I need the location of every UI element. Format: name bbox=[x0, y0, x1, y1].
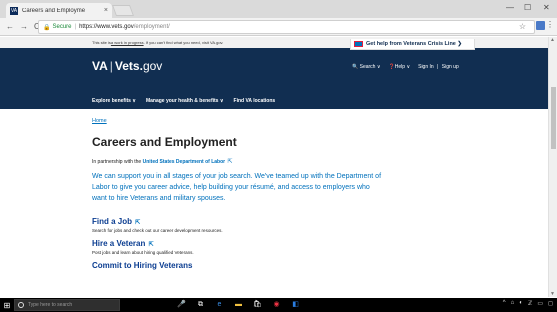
scroll-up-icon[interactable]: ▲ bbox=[550, 37, 555, 43]
microphone-icon[interactable]: 🎤 bbox=[177, 300, 186, 309]
commit-to-hiring-section: Commit to Hiring Veterans bbox=[92, 261, 548, 270]
page-scrollbar[interactable]: ▲ ▼ bbox=[548, 37, 557, 297]
tab-title: Careers and Employme bbox=[22, 7, 86, 14]
window-close-icon[interactable]: ✕ bbox=[543, 3, 550, 12]
windows-taskbar: ⊞ Type here to search 🎤 ⧉ e ▬ 🛍 ◉ ◧ ^ ⌂ … bbox=[0, 298, 557, 312]
external-link-icon: ⇱ bbox=[227, 159, 233, 165]
nav-explore-benefits[interactable]: Explore benefits ∨ bbox=[92, 98, 136, 104]
taskbar-apps: 🎤 ⧉ e ▬ 🛍 ◉ ◧ bbox=[177, 300, 300, 309]
outlook-icon[interactable]: ◧ bbox=[291, 300, 300, 309]
extension-icon[interactable] bbox=[536, 21, 545, 30]
address-toolbar: ← → C 🔒 Secure | https://www.vets.gov /e… bbox=[0, 18, 557, 36]
browser-tab-strip: VA Careers and Employme × — ☐ ✕ bbox=[0, 0, 557, 18]
sign-in-link[interactable]: Sign In bbox=[418, 64, 434, 70]
chrome-icon[interactable]: ◉ bbox=[272, 300, 281, 309]
network-icon[interactable]: ⌂ bbox=[511, 300, 515, 307]
find-a-job-link[interactable]: Find a Job ⇱ bbox=[92, 217, 548, 226]
lock-icon: 🔒 bbox=[43, 24, 51, 31]
tab-close-icon[interactable]: × bbox=[104, 7, 108, 14]
system-tray: ^ ⌂ ◐ ℤ ▭ ◻ bbox=[503, 300, 553, 307]
url-host: https://www.vets.gov bbox=[79, 24, 134, 30]
file-explorer-icon[interactable]: ▬ bbox=[234, 300, 243, 309]
scrollbar-thumb[interactable] bbox=[551, 87, 556, 149]
main-content: Home Careers and Employment In partnersh… bbox=[0, 109, 548, 270]
bookmark-star-icon[interactable]: ☆ bbox=[519, 22, 526, 31]
header-utility-links: 🔍 Search ∨ ❓Help ∨ Sign In | Sign up bbox=[352, 64, 459, 70]
va-favicon-icon: VA bbox=[10, 6, 18, 15]
new-tab-button[interactable] bbox=[111, 5, 135, 16]
department-of-labor-link[interactable]: United States Department of Labor bbox=[143, 159, 226, 165]
crisis-line-button[interactable]: Get help from Veterans Crisis Line ❯ bbox=[350, 39, 475, 50]
volume-icon[interactable]: ◐ bbox=[519, 300, 523, 307]
hire-a-veteran-link[interactable]: Hire a Veteran ⇱ bbox=[92, 239, 548, 248]
cortana-icon bbox=[18, 302, 24, 308]
tray-expand-icon[interactable]: ^ bbox=[503, 300, 506, 307]
hire-a-veteran-description: Post jobs and learn about hiring qualifi… bbox=[92, 250, 194, 255]
find-a-job-description: Search for jobs and check out our career… bbox=[92, 228, 223, 233]
edge-browser-icon[interactable]: e bbox=[215, 300, 224, 309]
url-bar[interactable]: 🔒 Secure | https://www.vets.gov /employm… bbox=[38, 20, 535, 34]
minimize-icon[interactable]: — bbox=[506, 3, 514, 12]
find-a-job-section: Find a Job ⇱ Search for jobs and check o… bbox=[92, 217, 548, 233]
url-path: /employment/ bbox=[133, 24, 170, 30]
task-view-icon[interactable]: ⧉ bbox=[196, 300, 205, 309]
restore-icon[interactable]: ☐ bbox=[524, 3, 531, 12]
help-menu-button[interactable]: ❓Help ∨ bbox=[389, 64, 411, 70]
nav-manage-health-benefits[interactable]: Manage your health & benefits ∨ bbox=[146, 98, 224, 104]
search-menu-button[interactable]: 🔍 Search ∨ bbox=[352, 64, 381, 70]
action-center-icon[interactable]: ◻ bbox=[548, 300, 553, 307]
crisis-line-icon bbox=[354, 41, 363, 47]
keyboard-icon[interactable]: ℤ bbox=[528, 300, 532, 307]
scroll-down-icon[interactable]: ▼ bbox=[550, 291, 555, 297]
browser-tab[interactable]: VA Careers and Employme × bbox=[6, 3, 112, 18]
forward-icon[interactable]: → bbox=[20, 22, 28, 31]
commit-to-hiring-link[interactable]: Commit to Hiring Veterans bbox=[92, 261, 548, 270]
windows-start-icon[interactable]: ⊞ bbox=[0, 298, 14, 312]
work-in-progress-link[interactable]: a work in progress bbox=[111, 40, 144, 45]
external-link-icon: ⇱ bbox=[148, 242, 154, 248]
external-link-icon: ⇱ bbox=[135, 220, 141, 226]
web-page: This site is a work in progress . If you… bbox=[0, 37, 548, 297]
main-navigation: Explore benefits ∨ Manage your health & … bbox=[0, 93, 548, 109]
breadcrumb-home-link[interactable]: Home bbox=[92, 109, 548, 124]
store-icon[interactable]: 🛍 bbox=[253, 300, 262, 309]
back-icon[interactable]: ← bbox=[6, 22, 14, 31]
sign-up-link[interactable]: Sign up bbox=[442, 64, 459, 70]
taskbar-search-input[interactable]: Type here to search bbox=[14, 299, 120, 311]
partnership-line: In partnership with the United States De… bbox=[92, 159, 233, 165]
site-header: Get help from Veterans Crisis Line ❯ VA |… bbox=[0, 39, 548, 93]
intro-paragraph: We can support you in all stages of your… bbox=[92, 173, 382, 202]
hire-a-veteran-section: Hire a Veteran ⇱ Post jobs and learn abo… bbox=[92, 239, 548, 255]
page-title: Careers and Employment bbox=[92, 135, 237, 149]
vets-gov-logo[interactable]: VA | Vets.gov bbox=[92, 59, 162, 73]
browser-menu-icon[interactable]: ⋮ bbox=[546, 20, 554, 29]
nav-find-va-locations[interactable]: Find VA locations bbox=[234, 98, 276, 104]
battery-icon[interactable]: ▭ bbox=[537, 300, 543, 307]
secure-label: Secure bbox=[52, 24, 72, 30]
